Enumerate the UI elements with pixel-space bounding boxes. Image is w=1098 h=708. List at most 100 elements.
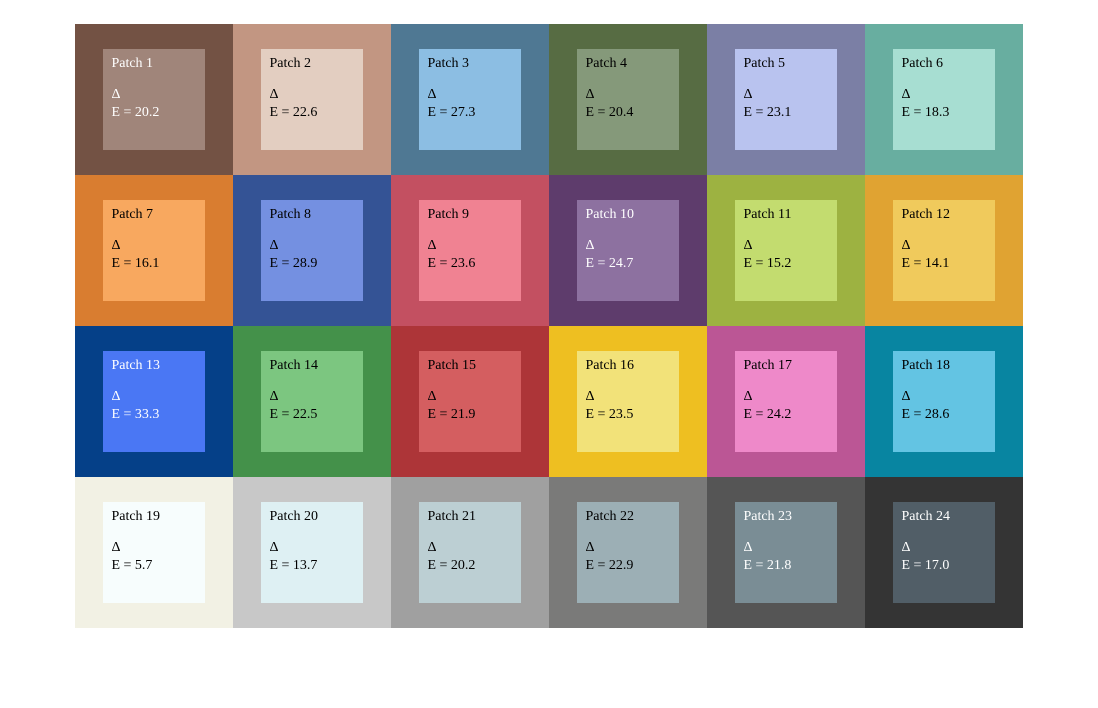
patch-inner: Patch 10ΔE = 24.7 bbox=[577, 200, 678, 301]
patch-grid: Patch 1ΔE = 20.2Patch 2ΔE = 22.6Patch 3Δ… bbox=[75, 24, 1023, 628]
patch-cell: Patch 19ΔE = 5.7 bbox=[75, 477, 233, 628]
delta-symbol: Δ bbox=[585, 86, 670, 104]
patch-cell: Patch 16ΔE = 23.5 bbox=[549, 326, 707, 477]
patch-cell: Patch 7ΔE = 16.1 bbox=[75, 175, 233, 326]
delta-e-value: E = 22.9 bbox=[585, 557, 670, 575]
patch-inner: Patch 15 ΔE = 21.9 bbox=[419, 351, 520, 452]
delta-e-value: E = 16.1 bbox=[111, 255, 196, 273]
patch-inner: Patch 7ΔE = 16.1 bbox=[103, 200, 204, 301]
delta-e-value: E = 27.3 bbox=[427, 104, 512, 122]
patch-inner: Patch 20ΔE = 13.7 bbox=[261, 502, 362, 603]
patch-inner: Patch 5ΔE = 23.1 bbox=[735, 49, 836, 150]
patch-label: Patch 13 bbox=[111, 357, 196, 375]
patch-label: Patch 1 bbox=[111, 55, 196, 73]
patch-inner: Patch 1ΔE = 20.2 bbox=[103, 49, 204, 150]
delta-symbol: Δ bbox=[901, 539, 986, 557]
patch-inner: Patch 21 ΔE = 20.2 bbox=[419, 502, 520, 603]
patch-label: Patch 11 bbox=[743, 206, 828, 224]
delta-symbol: Δ bbox=[743, 388, 828, 406]
patch-label: Patch 19 bbox=[111, 508, 196, 526]
patch-label: Patch 23 bbox=[743, 508, 828, 526]
patch-label: Patch 4 bbox=[585, 55, 670, 73]
delta-symbol: Δ bbox=[585, 539, 670, 557]
patch-inner: Patch 8 ΔE = 28.9 bbox=[261, 200, 362, 301]
delta-e-value: E = 20.2 bbox=[111, 104, 196, 122]
patch-cell: Patch 18 ΔE = 28.6 bbox=[865, 326, 1023, 477]
patch-inner: Patch 11ΔE = 15.2 bbox=[735, 200, 836, 301]
patch-cell: Patch 22ΔE = 22.9 bbox=[549, 477, 707, 628]
delta-e-value: E = 28.6 bbox=[901, 406, 986, 424]
patch-inner: Patch 24 ΔE = 17.0 bbox=[893, 502, 994, 603]
patch-inner: Patch 9ΔE = 23.6 bbox=[419, 200, 520, 301]
patch-label: Patch 10 bbox=[585, 206, 670, 224]
delta-e-value: E = 13.7 bbox=[269, 557, 354, 575]
patch-inner: Patch 6 ΔE = 18.3 bbox=[893, 49, 994, 150]
patch-cell: Patch 23ΔE = 21.8 bbox=[707, 477, 865, 628]
delta-symbol: Δ bbox=[585, 388, 670, 406]
patch-label: Patch 15 bbox=[427, 357, 512, 375]
patch-label: Patch 18 bbox=[901, 357, 986, 375]
patch-inner: Patch 13 ΔE = 33.3 bbox=[103, 351, 204, 452]
patch-cell: Patch 12ΔE = 14.1 bbox=[865, 175, 1023, 326]
delta-e-value: E = 18.3 bbox=[901, 104, 986, 122]
patch-label: Patch 2 bbox=[269, 55, 354, 73]
patch-cell: Patch 9ΔE = 23.6 bbox=[391, 175, 549, 326]
delta-e-value: E = 23.6 bbox=[427, 255, 512, 273]
patch-inner: Patch 16ΔE = 23.5 bbox=[577, 351, 678, 452]
patch-inner: Patch 17ΔE = 24.2 bbox=[735, 351, 836, 452]
patch-cell: Patch 17ΔE = 24.2 bbox=[707, 326, 865, 477]
delta-e-value: E = 17.0 bbox=[901, 557, 986, 575]
delta-e-value: E = 21.9 bbox=[427, 406, 512, 424]
delta-symbol: Δ bbox=[269, 237, 354, 255]
patch-cell: Patch 1ΔE = 20.2 bbox=[75, 24, 233, 175]
patch-cell: Patch 3 ΔE = 27.3 bbox=[391, 24, 549, 175]
delta-symbol: Δ bbox=[427, 86, 512, 104]
delta-e-value: E = 22.5 bbox=[269, 406, 354, 424]
patch-inner: Patch 12ΔE = 14.1 bbox=[893, 200, 994, 301]
patch-cell: Patch 10ΔE = 24.7 bbox=[549, 175, 707, 326]
patch-label: Patch 3 bbox=[427, 55, 512, 73]
delta-symbol: Δ bbox=[901, 86, 986, 104]
delta-symbol: Δ bbox=[111, 539, 196, 557]
delta-symbol: Δ bbox=[901, 237, 986, 255]
patch-label: Patch 21 bbox=[427, 508, 512, 526]
delta-symbol: Δ bbox=[427, 539, 512, 557]
patch-cell: Patch 5ΔE = 23.1 bbox=[707, 24, 865, 175]
patch-inner: Patch 18 ΔE = 28.6 bbox=[893, 351, 994, 452]
delta-e-value: E = 23.1 bbox=[743, 104, 828, 122]
delta-e-value: E = 33.3 bbox=[111, 406, 196, 424]
patch-inner: Patch 14 ΔE = 22.5 bbox=[261, 351, 362, 452]
patch-label: Patch 16 bbox=[585, 357, 670, 375]
patch-label: Patch 17 bbox=[743, 357, 828, 375]
patch-cell: Patch 6 ΔE = 18.3 bbox=[865, 24, 1023, 175]
delta-symbol: Δ bbox=[111, 237, 196, 255]
delta-symbol: Δ bbox=[901, 388, 986, 406]
patch-label: Patch 12 bbox=[901, 206, 986, 224]
patch-cell: Patch 20ΔE = 13.7 bbox=[233, 477, 391, 628]
patch-label: Patch 14 bbox=[269, 357, 354, 375]
patch-inner: Patch 3 ΔE = 27.3 bbox=[419, 49, 520, 150]
delta-e-value: E = 20.4 bbox=[585, 104, 670, 122]
patch-inner: Patch 23ΔE = 21.8 bbox=[735, 502, 836, 603]
patch-inner: Patch 19ΔE = 5.7 bbox=[103, 502, 204, 603]
delta-symbol: Δ bbox=[427, 388, 512, 406]
delta-symbol: Δ bbox=[269, 388, 354, 406]
delta-symbol: Δ bbox=[585, 237, 670, 255]
delta-symbol: Δ bbox=[743, 539, 828, 557]
patch-cell: Patch 11ΔE = 15.2 bbox=[707, 175, 865, 326]
patch-cell: Patch 4 ΔE = 20.4 bbox=[549, 24, 707, 175]
patch-inner: Patch 22ΔE = 22.9 bbox=[577, 502, 678, 603]
delta-e-value: E = 28.9 bbox=[269, 255, 354, 273]
patch-inner: Patch 4 ΔE = 20.4 bbox=[577, 49, 678, 150]
delta-e-value: E = 20.2 bbox=[427, 557, 512, 575]
delta-symbol: Δ bbox=[427, 237, 512, 255]
delta-e-value: E = 22.6 bbox=[269, 104, 354, 122]
patch-cell: Patch 21 ΔE = 20.2 bbox=[391, 477, 549, 628]
delta-symbol: Δ bbox=[269, 539, 354, 557]
patch-cell: Patch 13 ΔE = 33.3 bbox=[75, 326, 233, 477]
patch-label: Patch 8 bbox=[269, 206, 354, 224]
patch-label: Patch 6 bbox=[901, 55, 986, 73]
patch-cell: Patch 24 ΔE = 17.0 bbox=[865, 477, 1023, 628]
delta-symbol: Δ bbox=[111, 388, 196, 406]
patch-label: Patch 24 bbox=[901, 508, 986, 526]
